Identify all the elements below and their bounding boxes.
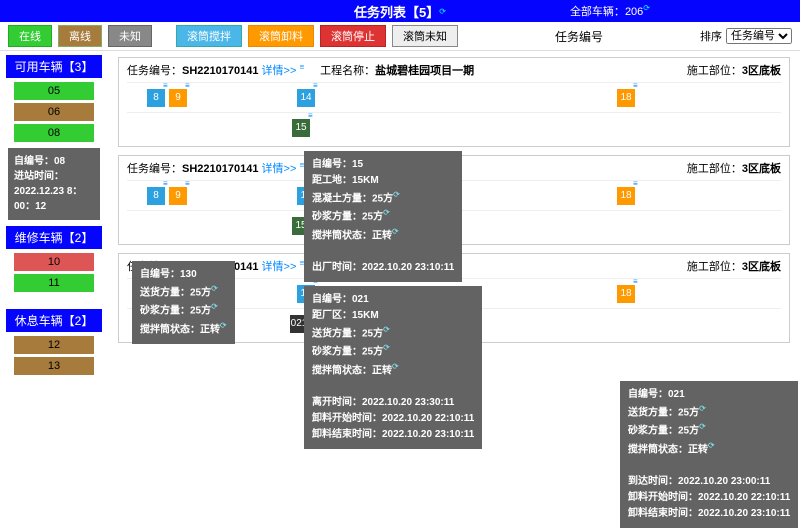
vehicle-chip[interactable]: 18	[617, 187, 635, 205]
task-project: 工程名称：盐城碧桂园项目一期	[320, 62, 474, 78]
page-title: 任务列表【5】	[354, 2, 439, 21]
drum-unknown[interactable]: 滚筒未知	[392, 25, 458, 47]
vehicle-chip[interactable]: 8	[147, 187, 165, 205]
rest-header: 休息车辆【2】	[6, 309, 102, 332]
detail-link[interactable]: 详情>>	[262, 261, 297, 273]
header: 任务列表【5】⟳ 全部车辆：206⟳	[0, 0, 800, 22]
status-online[interactable]: 在线	[8, 25, 52, 47]
repair-header: 维修车辆【2】	[6, 226, 102, 249]
track-row: 15≡	[127, 112, 781, 142]
toolbar: 在线 离线 未知 滚筒搅拌 滚筒卸料 滚筒停止 滚筒未知 任务编号 排序 任务编…	[0, 22, 800, 51]
avail-item[interactable]: 05	[14, 82, 94, 100]
tooltip: 自编号：15距工地：15KM混凝土方量：25方⟳砂浆方量：25方⟳搅拌筒状态：正…	[304, 151, 462, 282]
task-part: 施工部位：3区底板	[687, 160, 781, 176]
task-part: 施工部位：3区底板	[687, 258, 781, 274]
drum-mix[interactable]: 滚筒搅拌	[176, 25, 242, 47]
vehicle-chip[interactable]: 9	[169, 89, 187, 107]
vehicle-chip[interactable]: 8	[147, 89, 165, 107]
status-offline[interactable]: 离线	[58, 25, 102, 47]
task-card: 任务编号：SH2210170141 详情>> ≡ 工程名称：盐城碧桂园项目一期 …	[118, 57, 790, 147]
avail-item[interactable]: 08	[14, 124, 94, 142]
repair-item[interactable]: 11	[14, 274, 94, 292]
task-no: 任务编号：SH2210170141 详情>> ≡	[127, 62, 304, 78]
vehicle-chip[interactable]: 15	[292, 119, 310, 137]
track-row: 8≡9≡14≡18≡	[127, 82, 781, 112]
sort-label: 排序	[700, 28, 722, 44]
repair-item[interactable]: 10	[14, 253, 94, 271]
task-no: 任务编号：SH2210170141 详情>> ≡	[127, 160, 304, 176]
rest-item[interactable]: 12	[14, 336, 94, 354]
vehicle-count: 全部车辆：206⟳	[570, 3, 650, 19]
sidebar: 可用车辆【3】 05 06 08 自编号：08 进站时间： 2022.12.23…	[0, 51, 108, 382]
refresh-icon[interactable]: ⟳	[439, 7, 446, 16]
status-unknown[interactable]: 未知	[108, 25, 152, 47]
vehicle-chip[interactable]: 9	[169, 187, 187, 205]
tooltip: 自编号：021距厂区：15KM送货方量：25方⟳砂浆方量：25方⟳搅拌筒状态：正…	[304, 286, 482, 449]
detail-link[interactable]: 详情>>	[262, 65, 297, 77]
tooltip: 自编号：021送货方量：25方⟳砂浆方量：25方⟳搅拌筒状态：正转⟳ 到达时间：…	[620, 381, 798, 528]
drum-unload[interactable]: 滚筒卸料	[248, 25, 314, 47]
vehicle-info: 自编号：08 进站时间： 2022.12.23 8：00：12	[8, 148, 100, 220]
drum-stop[interactable]: 滚筒停止	[320, 25, 386, 47]
avail-header: 可用车辆【3】	[6, 55, 102, 78]
sort-select[interactable]: 任务编号	[726, 28, 792, 44]
vehicle-chip[interactable]: 18	[617, 285, 635, 303]
toolbar-center-label: 任务编号	[464, 28, 694, 45]
rest-item[interactable]: 13	[14, 357, 94, 375]
vehicle-chip[interactable]: 14	[297, 89, 315, 107]
tooltip: 自编号：130送货方量：25方⟳砂浆方量：25方⟳搅拌筒状态：正转⟳	[132, 261, 235, 344]
content: 任务编号：SH2210170141 详情>> ≡ 工程名称：盐城碧桂园项目一期 …	[108, 51, 800, 382]
vehicle-chip[interactable]: 18	[617, 89, 635, 107]
avail-item[interactable]: 06	[14, 103, 94, 121]
task-part: 施工部位：3区底板	[687, 62, 781, 78]
detail-link[interactable]: 详情>>	[262, 163, 297, 175]
